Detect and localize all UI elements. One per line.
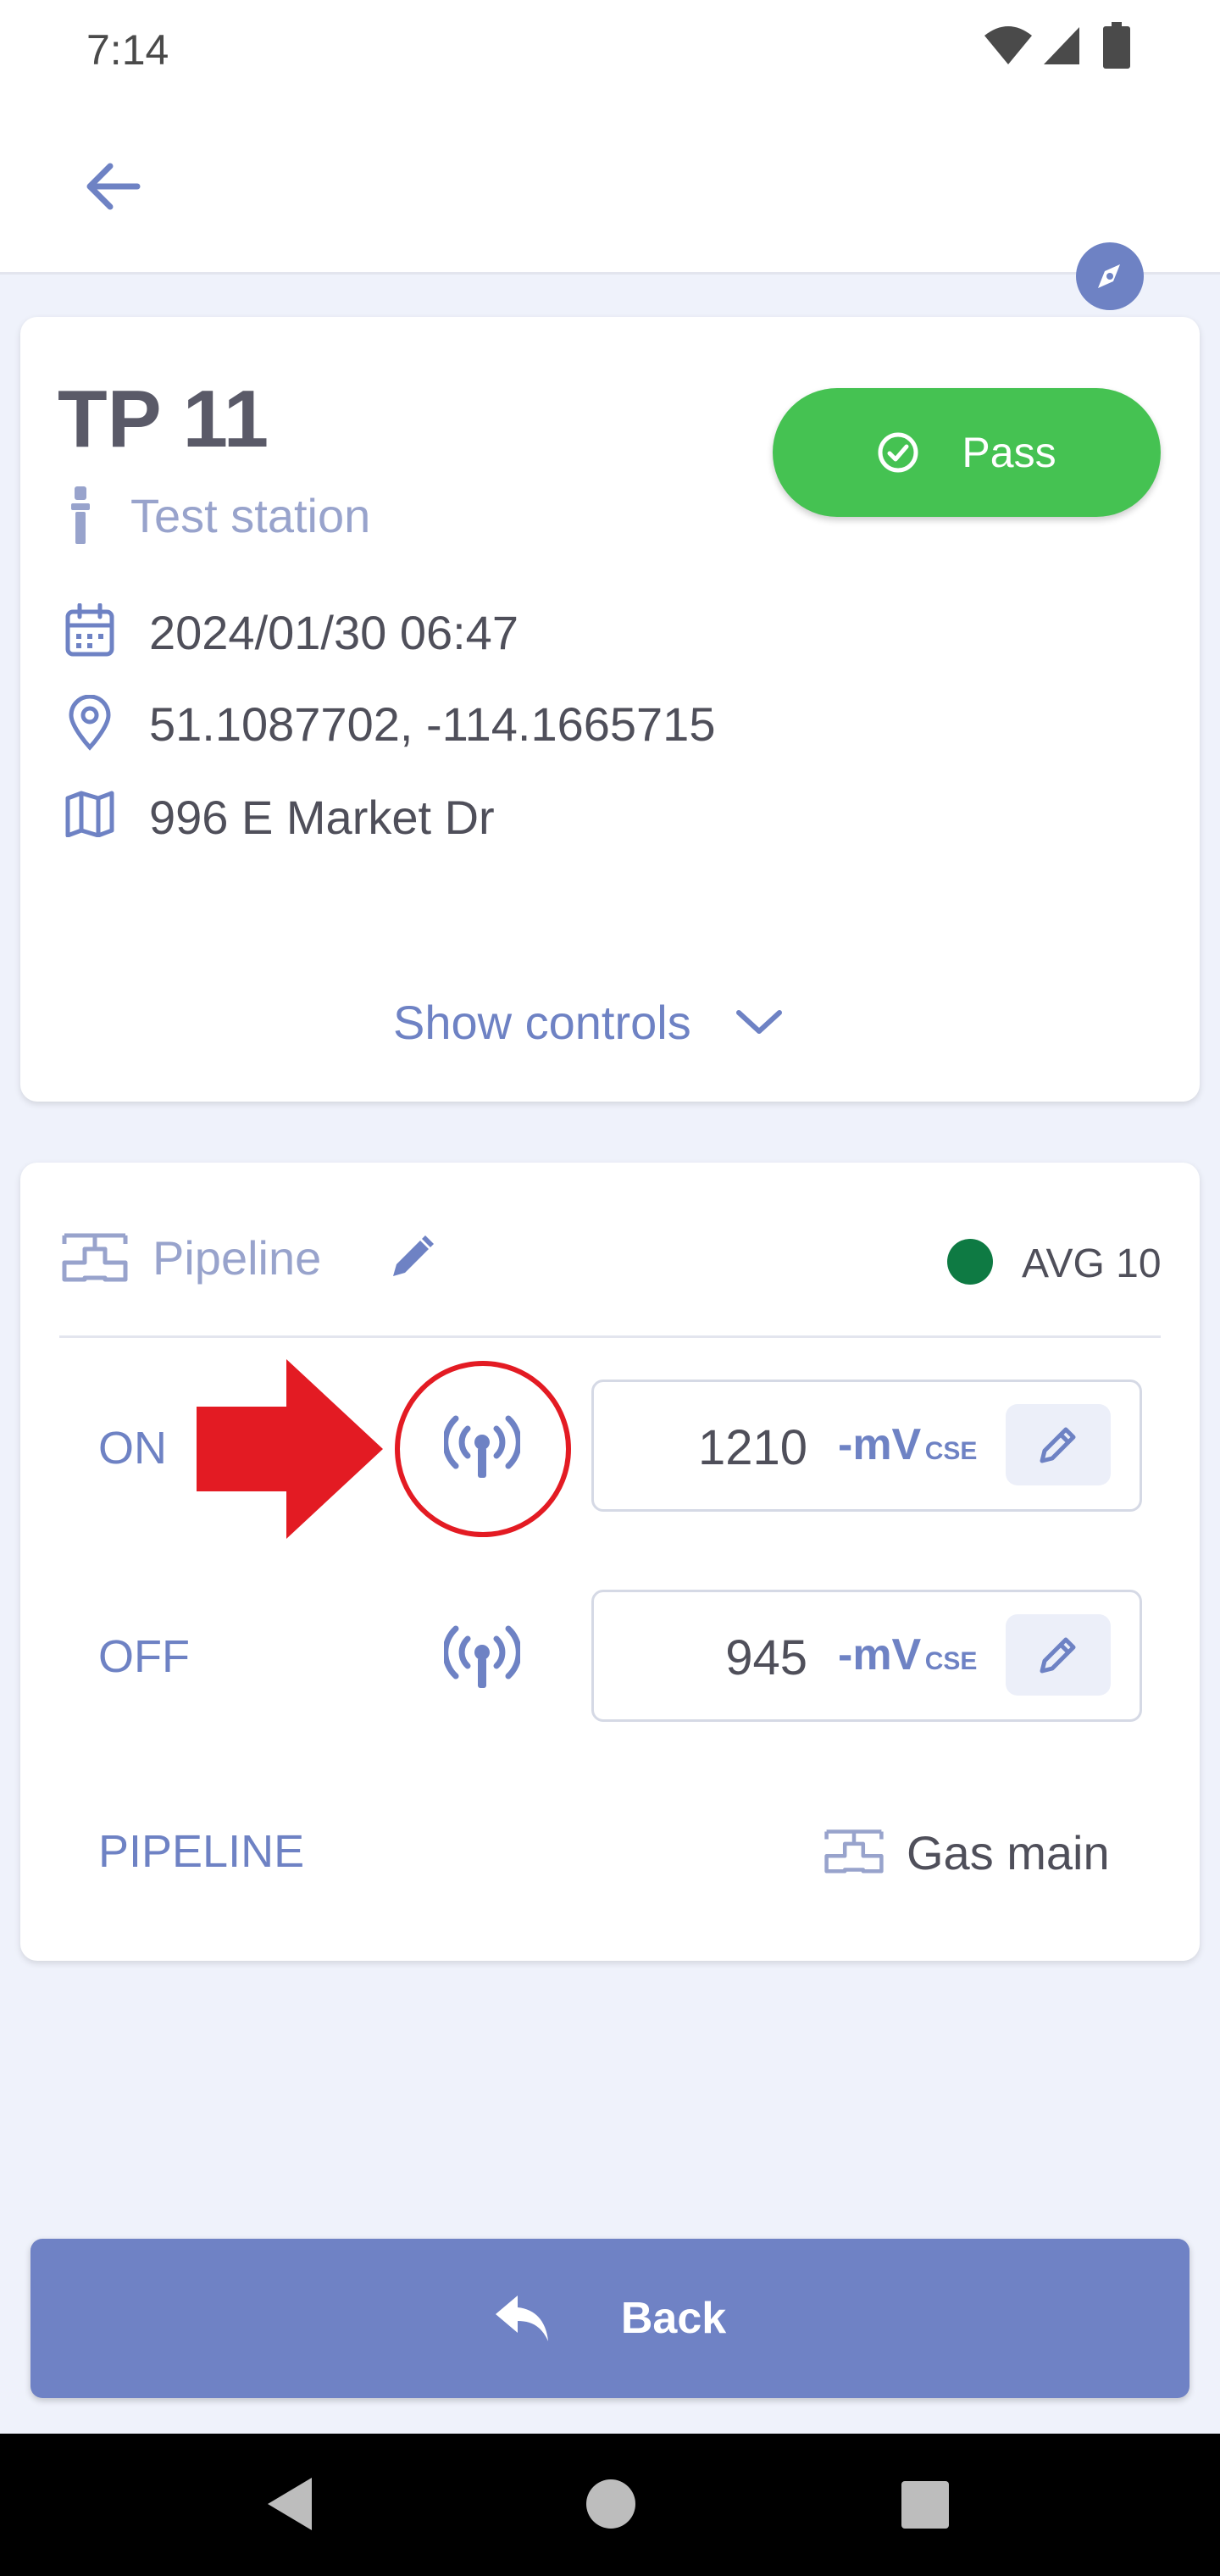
location-pin-icon bbox=[69, 695, 111, 751]
off-edit-button[interactable] bbox=[1006, 1614, 1111, 1696]
off-value-field[interactable]: 945 -mV CSE bbox=[591, 1590, 1142, 1722]
back-label: Back bbox=[620, 2294, 727, 2343]
avg-label: AVG 10 bbox=[1022, 1241, 1162, 1286]
on-edit-button[interactable] bbox=[1006, 1404, 1111, 1485]
calendar-icon bbox=[65, 603, 114, 657]
address-text: 996 E Market Dr bbox=[149, 791, 495, 844]
off-unit-sub: CSE bbox=[924, 1647, 978, 1675]
pipeline-key: PIPELINE bbox=[98, 1826, 305, 1877]
off-unit: -mV bbox=[838, 1630, 922, 1679]
station-title: TP 11 bbox=[58, 374, 269, 464]
status-pass-button[interactable]: Pass bbox=[773, 388, 1161, 517]
annotation-circle bbox=[395, 1361, 571, 1537]
on-unit-sub: CSE bbox=[924, 1437, 978, 1465]
wifi-icon bbox=[984, 26, 1032, 64]
signal-icon bbox=[1044, 27, 1079, 64]
section-label: Pipeline bbox=[152, 1231, 322, 1285]
datetime-text: 2024/01/30 06:47 bbox=[149, 606, 518, 659]
on-value: 1210 bbox=[697, 1420, 807, 1475]
test-station-icon bbox=[71, 486, 90, 544]
pipeline-value: Gas main bbox=[907, 1826, 1110, 1879]
coordinates-text: 51.1087702, -114.1665715 bbox=[149, 697, 716, 751]
show-controls-toggle[interactable]: Show controls bbox=[393, 995, 785, 1050]
status-bar: 7:14 bbox=[0, 0, 1220, 98]
measurement-card: Pipeline AVG 10 ON 1210 -mV CSE OFF 945 … bbox=[20, 1163, 1200, 1961]
battery-icon bbox=[1103, 22, 1130, 69]
status-label: Pass bbox=[962, 429, 1056, 476]
pipeline-icon bbox=[824, 1829, 884, 1874]
divider bbox=[59, 1335, 1161, 1338]
nav-recents-icon[interactable] bbox=[901, 2481, 949, 2529]
annotation-arrow bbox=[197, 1359, 383, 1539]
edit-pencil-icon bbox=[1040, 1637, 1076, 1674]
off-label: OFF bbox=[98, 1631, 190, 1682]
check-circle-icon bbox=[878, 432, 918, 473]
on-unit: -mV bbox=[838, 1420, 922, 1469]
remote-reading-icon[interactable] bbox=[444, 1624, 520, 1695]
app-bar bbox=[0, 98, 1220, 310]
back-button[interactable]: Back bbox=[30, 2239, 1190, 2398]
on-label: ON bbox=[98, 1423, 167, 1474]
back-arrow-icon[interactable] bbox=[81, 154, 146, 219]
off-value: 945 bbox=[725, 1630, 807, 1685]
station-type: Test station bbox=[130, 489, 371, 542]
show-controls-label: Show controls bbox=[393, 996, 691, 1049]
pencil-icon[interactable] bbox=[386, 1232, 437, 1283]
station-card: TP 11 Test station Pass 2024/01/30 06:47… bbox=[20, 317, 1200, 1102]
map-icon bbox=[65, 791, 114, 837]
on-value-field[interactable]: 1210 -mV CSE bbox=[591, 1380, 1142, 1512]
system-nav-bar bbox=[0, 2434, 1220, 2576]
pipeline-icon bbox=[62, 1233, 128, 1282]
chevron-down-icon bbox=[735, 1009, 782, 1034]
edit-pencil-icon bbox=[1040, 1427, 1076, 1463]
avg-status-dot bbox=[947, 1239, 993, 1285]
status-time: 7:14 bbox=[86, 26, 169, 74]
reply-arrow-icon bbox=[495, 2296, 548, 2341]
nav-back-icon[interactable] bbox=[264, 2474, 315, 2534]
compass-icon[interactable] bbox=[1074, 241, 1145, 312]
nav-home-icon[interactable] bbox=[586, 2479, 635, 2529]
